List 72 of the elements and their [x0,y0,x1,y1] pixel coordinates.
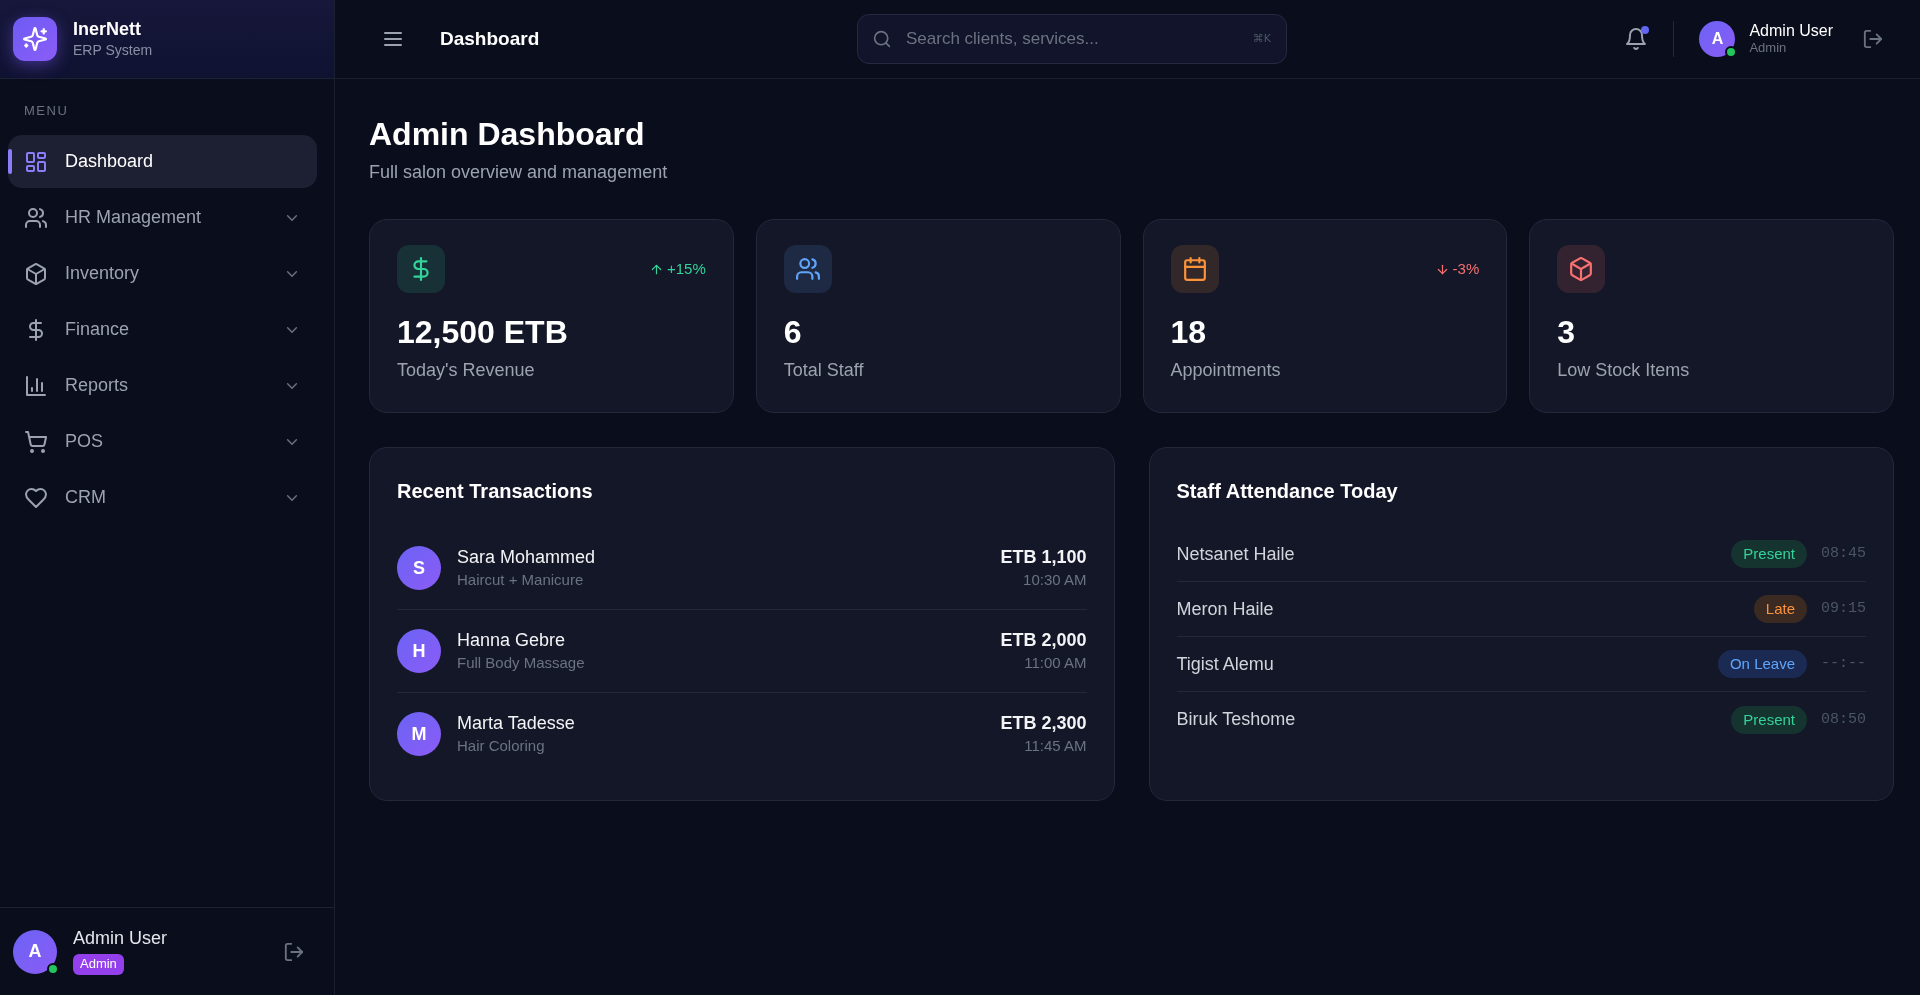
arrow-up-icon [649,262,663,276]
bell-icon[interactable] [1625,28,1648,50]
stat-label: Low Stock Items [1557,359,1691,383]
stat-value: 6 [783,313,803,352]
menu-heading: MENU [23,103,70,119]
trend-value: -3% [1452,259,1480,280]
staff-name: Meron Haile [1176,597,1275,621]
check-in-time: 08:45 [1820,544,1866,565]
sidebar-item[interactable]: Reports [8,359,317,412]
sidebar-item[interactable]: CRM [8,471,317,524]
sidebar-item[interactable]: Dashboard [8,135,317,188]
avatar: A [13,929,57,974]
staff-name: Biruk Teshome [1176,708,1297,732]
sidebar-item[interactable]: Inventory [8,247,317,300]
logout-icon[interactable] [1863,29,1883,49]
box-icon [25,262,47,285]
status-badge: Present [1731,705,1807,734]
brand-name: InerNett [73,19,142,41]
staff-name: Tigist Alemu [1176,652,1275,676]
sidebar-item[interactable]: HR Management [8,191,317,244]
logout-icon[interactable] [284,941,304,962]
check-in-time: 09:15 [1820,599,1866,620]
client-name: Marta Tadesse [457,712,576,735]
client-name: Hanna Gebre [457,629,567,652]
sparkle-logo-icon [13,17,57,61]
trend-value: +15% [666,259,706,280]
avatar: A [1699,21,1736,57]
status-badge: On Leave [1717,650,1807,679]
transaction-time: 11:45 AM [1023,736,1087,757]
cart-icon [25,430,47,453]
page-subtitle: Full salon overview and management [369,161,669,185]
sidebar-item[interactable]: POS [8,415,317,468]
status-badge: Late [1753,595,1807,624]
grid-icon [25,150,47,173]
stat-value: 18 [1170,313,1208,352]
transaction-amount: ETB 1,100 [1000,546,1087,569]
heart-icon [25,486,47,509]
page-title: Admin Dashboard [369,115,646,154]
user-role: Admin [1749,40,1788,58]
stat-label: Today's Revenue [397,359,536,383]
stat-value: 3 [1557,313,1577,352]
card-title: Recent Transactions [397,479,594,504]
user-name: Admin User [1749,20,1833,41]
client-name: Sara Mohammed [457,546,597,569]
service-name: Haircut + Manicure [457,570,585,591]
transaction-amount: ETB 2,300 [1000,712,1087,735]
transaction-time: 11:00 AM [1023,653,1087,674]
service-name: Hair Coloring [457,736,546,757]
user-name: Admin User [73,928,169,950]
page-heading: Dashboard [440,26,540,51]
arrow-down-icon [1435,262,1449,276]
brand-tagline: ERP System [73,40,153,59]
search-icon [873,30,891,48]
stat-label: Total Staff [783,359,865,383]
check-in-time: 08:50 [1820,709,1866,730]
avatar: M [397,712,441,757]
bar-chart-icon [25,374,47,397]
users-icon [25,206,47,229]
card-title: Staff Attendance Today [1176,479,1399,504]
stat-label: Appointments [1170,359,1282,383]
sidebar-item[interactable]: Finance [8,303,317,356]
check-in-time: --:-- [1820,654,1866,675]
avatar: H [397,629,441,674]
shortcut-hint: ⌘K [1252,31,1271,47]
role-badge: Admin [73,953,124,975]
stat-value: 12,500 ETB [397,313,569,352]
staff-name: Netsanet Haile [1176,542,1296,566]
transaction-time: 10:30 AM [1022,570,1087,591]
transaction-amount: ETB 2,000 [1000,629,1087,652]
status-badge: Present [1731,540,1807,569]
service-name: Full Body Massage [457,653,586,674]
avatar: S [397,546,441,591]
